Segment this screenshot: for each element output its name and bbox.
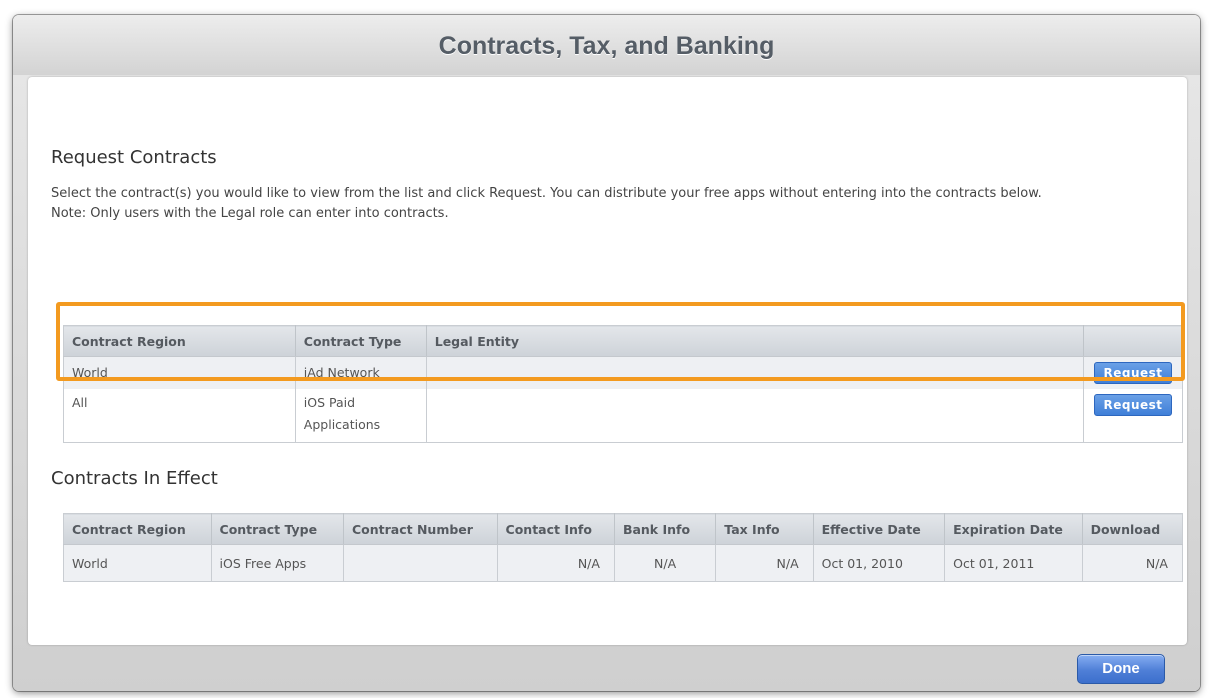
cell-type: iOS Paid Applications bbox=[294, 389, 427, 443]
request-button[interactable]: Request bbox=[1093, 394, 1172, 416]
contracts-in-effect-heading: Contracts In Effect bbox=[51, 468, 218, 489]
col-contract-region: Contract Region bbox=[63, 325, 296, 357]
request-button[interactable]: Request bbox=[1093, 362, 1172, 384]
cell-tax-info[interactable]: N/A bbox=[715, 544, 814, 582]
cell-action: Request bbox=[1082, 356, 1183, 389]
request-description: Select the contract(s) you would like to… bbox=[51, 184, 1171, 224]
cell-action: Request bbox=[1082, 389, 1183, 443]
cell-number bbox=[342, 544, 498, 582]
col-expiration-date: Expiration Date bbox=[944, 513, 1083, 545]
contracts-window: Contracts, Tax, and Banking Request Cont… bbox=[13, 15, 1200, 691]
window-title: Contracts, Tax, and Banking bbox=[438, 32, 775, 60]
col-action bbox=[1082, 325, 1183, 357]
cell-region: World bbox=[63, 356, 296, 389]
cell-entity bbox=[425, 389, 1084, 443]
col-tax-info: Tax Info bbox=[715, 513, 814, 545]
cell-type: iAd Network bbox=[294, 356, 427, 389]
done-button[interactable]: Done bbox=[1077, 654, 1165, 684]
content-panel: Request Contracts Select the contract(s)… bbox=[28, 77, 1187, 645]
col-legal-entity: Legal Entity bbox=[425, 325, 1084, 357]
cell-type: iOS Free Apps bbox=[210, 544, 344, 582]
cell-contact-info[interactable]: N/A bbox=[496, 544, 615, 582]
cell-expiration-date: Oct 01, 2011 bbox=[944, 544, 1083, 582]
contracts-in-effect-table: Contract Region Contract Type Contract N… bbox=[63, 513, 1183, 582]
col-contract-type: Contract Type bbox=[210, 513, 344, 545]
request-description-text: Select the contract(s) you would like to… bbox=[51, 186, 1042, 201]
cell-download[interactable]: N/A bbox=[1081, 544, 1183, 582]
cell-effective-date: Oct 01, 2010 bbox=[812, 544, 945, 582]
cell-entity bbox=[425, 356, 1084, 389]
col-contact-info: Contact Info bbox=[496, 513, 615, 545]
window-titlebar: Contracts, Tax, and Banking bbox=[13, 15, 1200, 75]
request-contracts-table: Contract Region Contract Type Legal Enti… bbox=[63, 325, 1183, 443]
cell-region: World bbox=[63, 544, 212, 582]
table-row: All iOS Paid Applications Request bbox=[64, 389, 1183, 443]
col-effective-date: Effective Date bbox=[812, 513, 945, 545]
cell-region: All bbox=[72, 395, 88, 410]
table-row: World iAd Network Request bbox=[63, 356, 1183, 389]
request-note-text: Note: Only users with the Legal role can… bbox=[51, 206, 449, 221]
col-contract-number: Contract Number bbox=[342, 513, 498, 545]
cell-bank-info[interactable]: N/A bbox=[613, 544, 716, 582]
col-contract-region: Contract Region bbox=[63, 513, 212, 545]
col-bank-info: Bank Info bbox=[613, 513, 716, 545]
col-download: Download bbox=[1081, 513, 1183, 545]
window-footer: Done bbox=[13, 645, 1200, 691]
table-row: World iOS Free Apps N/A N/A N/A Oct 01, … bbox=[63, 544, 1183, 582]
request-contracts-heading: Request Contracts bbox=[51, 147, 217, 168]
col-contract-type: Contract Type bbox=[294, 325, 427, 357]
